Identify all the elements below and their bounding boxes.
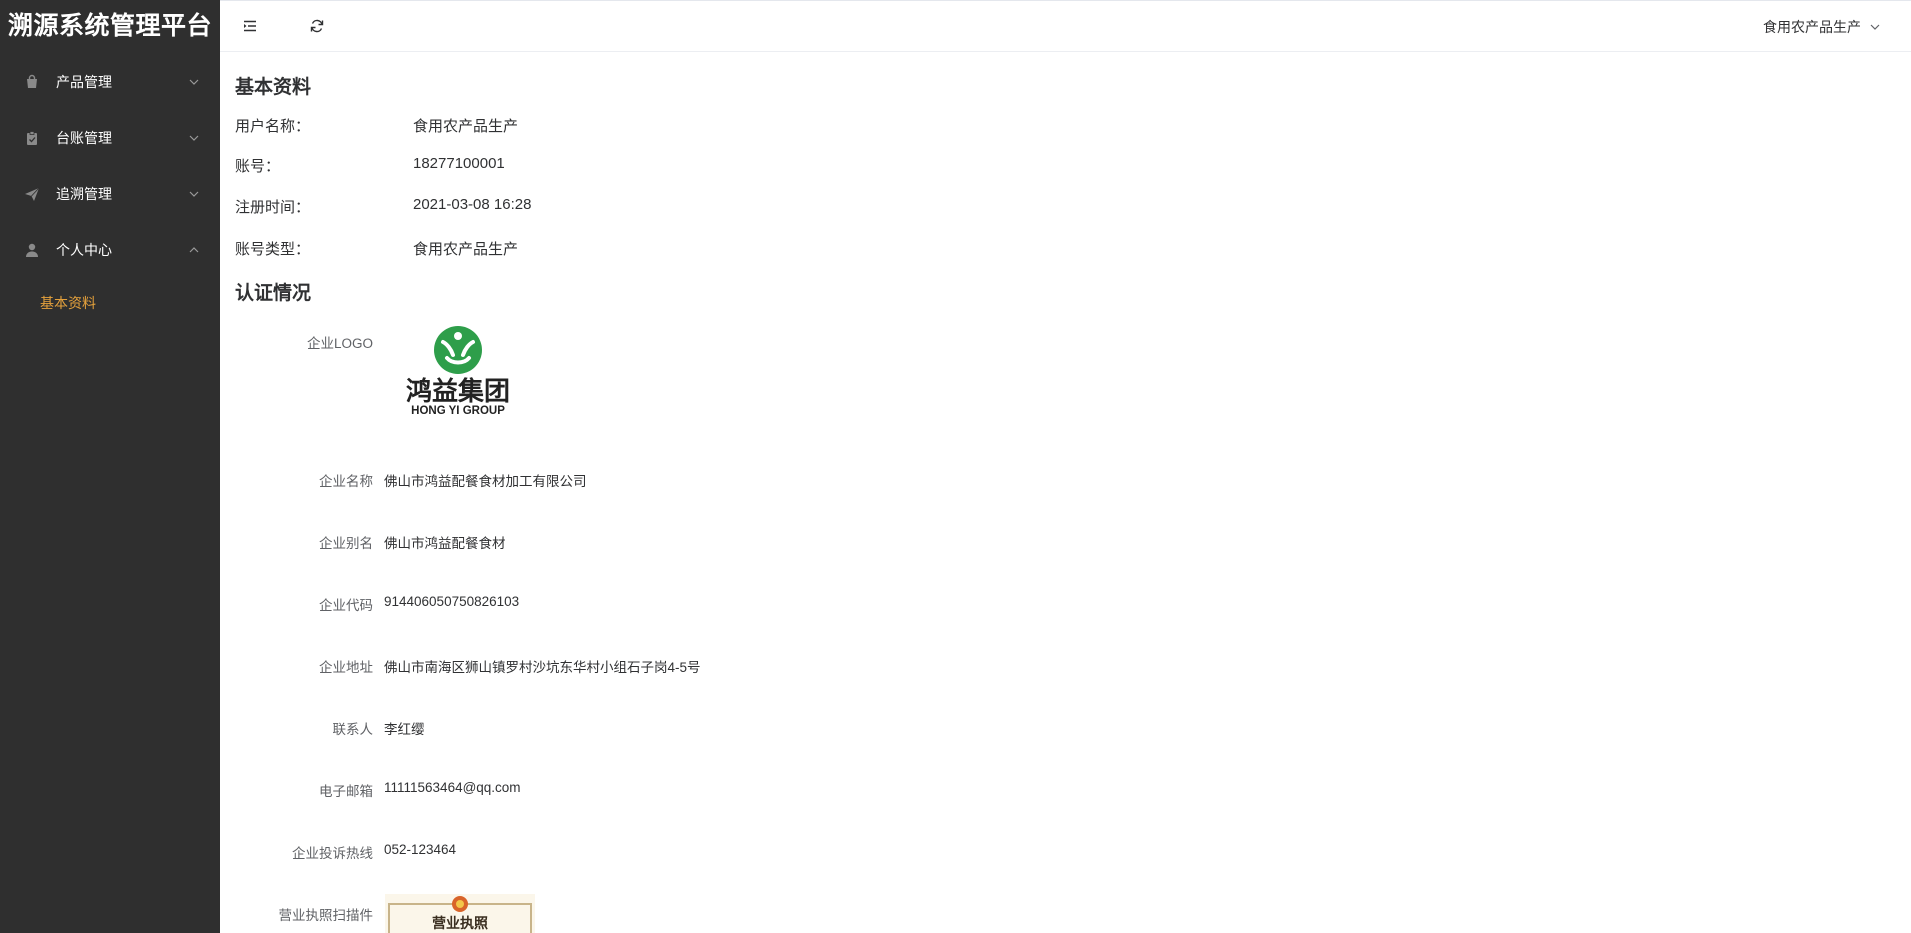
refresh-button[interactable] <box>307 16 327 36</box>
chevron-up-icon <box>189 247 199 253</box>
sidebar-subitem-basic-info[interactable]: 基本资料 <box>0 278 220 328</box>
cert-row-license: 营业执照扫描件 <box>220 904 384 924</box>
chevron-down-icon <box>189 191 199 197</box>
info-row: 注册时间： 2021-03-08 16:28 <box>235 196 531 217</box>
sidebar-item-label: 追溯管理 <box>56 186 112 202</box>
cert-label: 企业名称 <box>319 474 373 489</box>
info-row: 用户名称： 食用农产品生产 <box>235 115 518 136</box>
info-value: 18277100001 <box>413 155 505 172</box>
cert-label: 联系人 <box>332 722 374 737</box>
info-row: 账号类型： 食用农产品生产 <box>235 238 518 259</box>
chevron-down-icon <box>1870 24 1880 30</box>
hongyi-logo-image: 鸿益集团 HONG YI GROUP <box>406 326 510 417</box>
cert-value: 佛山市鸿益配餐食材 <box>384 536 506 551</box>
sidebar-item-product[interactable]: 产品管理 <box>0 54 220 110</box>
section-title-basic: 基本资料 <box>235 77 312 98</box>
cert-row: 企业别名 佛山市鸿益配餐食材 <box>220 532 506 552</box>
cert-label: 企业投诉热线 <box>292 846 373 861</box>
paper-plane-icon <box>23 185 41 203</box>
license-title: 营业执照 <box>432 915 488 932</box>
info-label: 注册时间： <box>235 199 311 216</box>
sidebar-item-ledger[interactable]: 台账管理 <box>0 110 220 166</box>
info-label: 账号： <box>235 158 281 175</box>
top-header: 食用农产品生产 <box>220 0 1911 52</box>
info-value: 食用农产品生产 <box>413 241 519 258</box>
info-value: 食用农产品生产 <box>413 118 519 135</box>
info-value: 2021-03-08 16:28 <box>413 196 532 213</box>
cert-row: 企业名称 佛山市鸿益配餐食材加工有限公司 <box>220 470 587 490</box>
user-icon <box>23 241 41 259</box>
sidebar: 溯源系统管理平台 产品管理 台账管理 追溯管理 个人中心 基本资料 <box>0 0 220 933</box>
cert-value: 佛山市南海区狮山镇罗村沙坑东华村小组石子岗4-5号 <box>384 660 701 675</box>
chevron-down-icon <box>189 79 199 85</box>
menu-toggle-button[interactable] <box>240 16 260 36</box>
license-image: 营业执照 <box>385 894 535 933</box>
cert-label: 企业代码 <box>319 598 373 613</box>
cert-label: 电子邮箱 <box>319 784 373 799</box>
logo-text-en: HONG YI GROUP <box>411 405 505 417</box>
sidebar-menu: 产品管理 台账管理 追溯管理 个人中心 基本资料 <box>0 54 220 328</box>
cert-row: 联系人 李红缨 <box>220 718 425 738</box>
sidebar-item-label: 台账管理 <box>56 130 112 146</box>
cert-value: 李红缨 <box>384 722 425 737</box>
cert-label: 企业别名 <box>319 536 373 551</box>
cert-row: 企业投诉热线 052-123464 <box>220 842 456 862</box>
bag-icon <box>23 73 41 91</box>
info-label: 账号类型： <box>235 241 311 258</box>
chevron-down-icon <box>189 135 199 141</box>
logo-text-cn: 鸿益集团 <box>406 376 510 407</box>
user-dropdown[interactable]: 食用农产品生产 <box>1763 17 1881 37</box>
sidebar-item-personal[interactable]: 个人中心 <box>0 222 220 278</box>
license-thumbnail[interactable]: 营业执照 <box>385 894 535 933</box>
cert-value: 11111563464@qq.com <box>384 780 521 795</box>
menu-fold-icon <box>244 20 256 32</box>
user-name: 食用农产品生产 <box>1763 19 1861 35</box>
info-row: 账号： 18277100001 <box>235 155 505 176</box>
cert-row: 企业代码 914406050750826103 <box>220 594 519 614</box>
cert-row: 电子邮箱 11111563464@qq.com <box>220 780 521 800</box>
main-content: 基本资料 用户名称： 食用农产品生产 账号： 18277100001 注册时间：… <box>220 52 1911 933</box>
cert-label: 营业执照扫描件 <box>278 908 374 923</box>
refresh-icon <box>310 19 324 33</box>
sidebar-item-label: 个人中心 <box>56 242 112 258</box>
cert-value: 佛山市鸿益配餐食材加工有限公司 <box>384 474 587 489</box>
section-title-cert: 认证情况 <box>235 283 312 304</box>
cert-label: 企业LOGO <box>306 336 373 351</box>
company-logo: 鸿益集团 HONG YI GROUP <box>385 324 545 424</box>
cert-label: 企业地址 <box>319 660 373 675</box>
cert-value: 914406050750826103 <box>384 594 520 609</box>
cert-row: 企业地址 佛山市南海区狮山镇罗村沙坑东华村小组石子岗4-5号 <box>220 656 701 676</box>
sidebar-item-trace[interactable]: 追溯管理 <box>0 166 220 222</box>
clipboard-icon <box>23 129 41 147</box>
sidebar-item-label: 产品管理 <box>56 74 112 90</box>
cert-value: 052-123464 <box>384 842 457 857</box>
app-title: 溯源系统管理平台 <box>7 12 212 40</box>
info-label: 用户名称： <box>235 118 311 135</box>
cert-row-logo: 企业LOGO <box>220 332 384 352</box>
